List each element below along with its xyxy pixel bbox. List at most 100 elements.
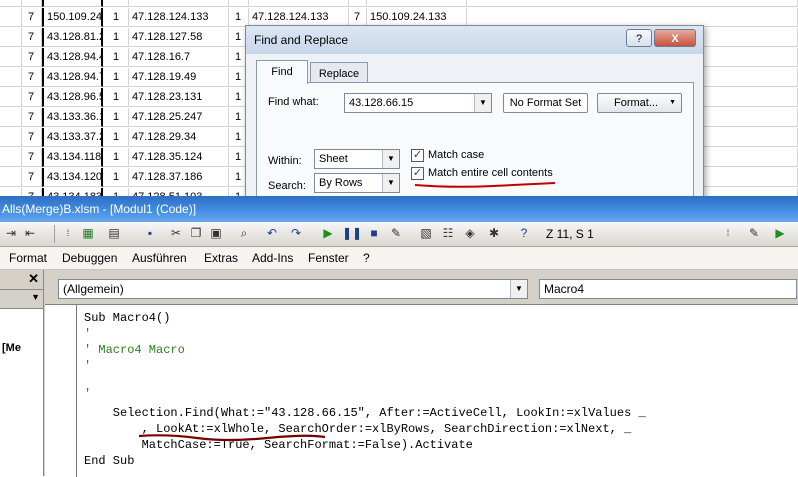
within-select[interactable]: Sheet ▼ (314, 149, 400, 169)
chevron-down-icon[interactable]: ▼ (510, 280, 527, 298)
chevron-down-icon[interactable]: ▼ (382, 174, 399, 192)
sheet-cell[interactable]: 7 (22, 88, 42, 107)
stop-icon[interactable]: ■ (366, 225, 382, 241)
sheet-cell[interactable]: 43.133.37.2 (42, 128, 103, 147)
pause-icon[interactable]: ❚❚ (342, 225, 362, 241)
sheet-cell[interactable]: 150.109.24. (42, 0, 103, 7)
sheet-cell[interactable]: 43.128.94.7 (42, 68, 103, 87)
sheet-cell[interactable]: 43.133.36.1 (42, 108, 103, 127)
sheet-cell[interactable]: 7 (22, 28, 42, 47)
sheet-cell[interactable] (0, 188, 22, 196)
menu-ausfuehren[interactable]: Ausführen (132, 251, 187, 265)
match-case-checkbox[interactable]: ✓ (411, 149, 424, 162)
toolbar-options-icon[interactable]: ⁞ (720, 225, 736, 241)
sheet-cell[interactable]: 43.128.94.4 (42, 48, 103, 67)
cut-icon[interactable]: ✂ (168, 225, 184, 241)
sheet-cell[interactable]: 7 (22, 168, 42, 187)
excel-icon[interactable]: ▦ (80, 225, 96, 241)
close-icon[interactable]: ✕ (28, 271, 39, 287)
sheet-cell[interactable]: 47.128.127.58 (129, 28, 229, 47)
sheet-cell[interactable]: 1 (103, 128, 129, 147)
menu-fenster[interactable]: Fenster (308, 251, 349, 265)
sheet-cell[interactable]: 7 (22, 68, 42, 87)
code-line[interactable]: Sub Macro4() (84, 311, 170, 325)
format-button[interactable]: Format... ▼ (597, 93, 682, 113)
match-entire-label[interactable]: Match entire cell contents (428, 167, 553, 179)
sheet-cell[interactable]: 150.109.24. (42, 8, 103, 27)
properties-icon[interactable]: ☷ (440, 225, 456, 241)
code-line[interactable]: End Sub (84, 454, 134, 468)
code-comment-line[interactable]: ' Macro4 Macro (84, 343, 185, 357)
chevron-down-icon[interactable]: ▼ (474, 94, 491, 112)
save-icon[interactable]: ▪ (142, 225, 158, 241)
design-mode-icon[interactable]: ✎ (388, 225, 404, 241)
sheet-cell[interactable] (0, 8, 22, 27)
help-button[interactable]: ? (626, 29, 652, 47)
insert-module-icon[interactable]: ▤ (106, 225, 122, 241)
sheet-cell[interactable]: 150.109.12.91 (367, 0, 467, 7)
sheet-cell[interactable]: 47.128.124.133 (129, 8, 229, 27)
sheet-cell[interactable]: 43.134.118. (42, 148, 103, 167)
sheet-cell[interactable]: 47.128.25.247 (129, 108, 229, 127)
project-explorer-icon[interactable]: ▧ (418, 225, 434, 241)
procedure-combo[interactable]: Macro4 (539, 279, 797, 299)
sheet-cell[interactable]: 47.128.122.29 (249, 0, 349, 7)
sheet-cell[interactable]: 1 (103, 148, 129, 167)
find-what-input[interactable]: 43.128.66.15 ▼ (344, 93, 492, 113)
sheet-cell[interactable]: 43.128.96.5 (42, 88, 103, 107)
copy-icon[interactable]: ❐ (188, 225, 204, 241)
sheet-cell[interactable]: 43.128.81.2 (42, 28, 103, 47)
toolbox-icon[interactable]: ✱ (486, 225, 502, 241)
vbe-title-bar[interactable]: Alls(Merge)B.xlsm - [Modul1 (Code)] (0, 196, 798, 222)
sheet-cell[interactable] (0, 68, 22, 87)
menu-add-ins[interactable]: Add-Ins (252, 251, 293, 265)
close-button[interactable]: X (654, 29, 696, 47)
sheet-cell[interactable] (0, 128, 22, 147)
sheet-cell[interactable]: 43.134.120. (42, 168, 103, 187)
chevron-down-icon[interactable]: ▼ (382, 150, 399, 168)
sheet-cell[interactable] (0, 0, 22, 7)
menu-extras[interactable]: Extras (204, 251, 238, 265)
object-combo[interactable]: (Allgemein) ▼ (58, 279, 528, 299)
undo-icon[interactable]: ↶ (264, 225, 280, 241)
tab-find[interactable]: Find (256, 60, 308, 84)
sheet-cell[interactable]: 7 (22, 188, 42, 196)
indent-icon[interactable]: ⇥ (3, 225, 19, 241)
sheet-cell[interactable]: 47.128.37.186 (129, 168, 229, 187)
sheet-cell[interactable] (0, 108, 22, 127)
sheet-cell[interactable]: 7 (22, 0, 42, 7)
sheet-cell[interactable]: 7 (22, 148, 42, 167)
sheet-cell[interactable]: 7 (22, 48, 42, 67)
sheet-cell[interactable]: 7 (349, 0, 367, 7)
sheet-cell[interactable]: 47.128.23.131 (129, 88, 229, 107)
sheet-cell[interactable] (0, 48, 22, 67)
sheet-cell[interactable]: 1 (103, 168, 129, 187)
redo-icon[interactable]: ↷ (288, 225, 304, 241)
design-mode-icon[interactable]: ✎ (746, 225, 762, 241)
paste-icon[interactable]: ▣ (208, 225, 224, 241)
code-comment-line[interactable]: ' (84, 359, 91, 373)
tab-replace[interactable]: Replace (310, 62, 368, 84)
project-tree-item[interactable]: [Me (2, 342, 21, 354)
run-icon[interactable]: ▶ (320, 225, 336, 241)
sheet-cell[interactable] (467, 0, 798, 7)
sheet-cell[interactable]: 1 (103, 188, 129, 196)
sheet-cell[interactable]: 1 (103, 0, 129, 7)
sheet-cell[interactable]: 1 (103, 108, 129, 127)
sheet-cell[interactable] (0, 88, 22, 107)
run-icon[interactable]: ▶ (772, 225, 788, 241)
sheet-cell[interactable]: 1 (103, 68, 129, 87)
sheet-cell[interactable]: 7 (22, 128, 42, 147)
code-editor[interactable]: Sub Macro4() ' ' Macro4 Macro ' ' Select… (45, 304, 798, 477)
sheet-cell[interactable]: 47.128.16.7 (129, 48, 229, 67)
menu-debuggen[interactable]: Debuggen (62, 251, 117, 265)
sheet-cell[interactable]: 1 (229, 0, 249, 7)
find-icon[interactable]: ⌕ (236, 225, 252, 241)
sheet-cell[interactable]: 47.128.51.103 (129, 188, 229, 196)
code-comment-line[interactable]: ' (84, 387, 91, 401)
sheet-cell[interactable] (0, 168, 22, 187)
menu-format[interactable]: Format (9, 251, 47, 265)
menu-help[interactable]: ? (363, 251, 370, 265)
sheet-cell[interactable]: 7 (22, 108, 42, 127)
sheet-cell[interactable]: 1 (103, 48, 129, 67)
